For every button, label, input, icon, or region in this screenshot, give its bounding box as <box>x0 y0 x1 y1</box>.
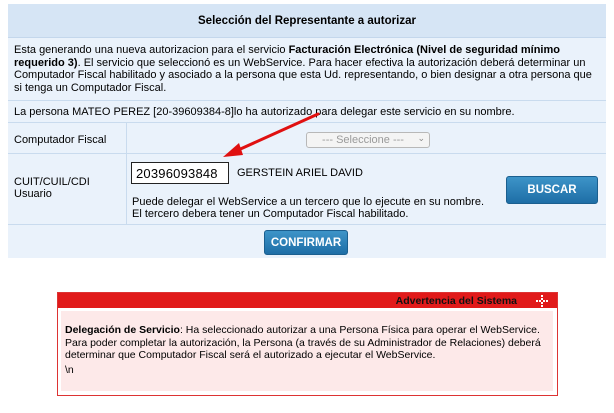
separator <box>8 153 606 154</box>
help-line-1: Puede delegar el WebService a un tercero… <box>132 196 485 208</box>
panel-title: Selección del Representante a autorizar <box>8 4 606 38</box>
warning-title: Advertencia del Sistema <box>395 294 517 307</box>
warning-header: Advertencia del Sistema <box>58 293 557 308</box>
delegation-help-text: Puede delegar el WebService a un tercero… <box>132 196 484 220</box>
separator <box>8 122 606 123</box>
cuit-label-line-1: CUIT/CUIL/CDI <box>14 176 90 188</box>
intro-text-part-1: Esta generando una nueva autorizacion pa… <box>14 44 289 56</box>
cuit-person-name: GERSTEIN ARIEL DAVID <box>237 167 363 179</box>
cuit-label-line-2: Usuario <box>14 188 52 200</box>
select-value: --- Seleccione --- <box>322 134 404 146</box>
computador-fiscal-select[interactable]: --- Seleccione --- ⌄ <box>306 132 430 148</box>
system-warning-box: Advertencia del Sistema Delegación de Se… <box>57 292 558 396</box>
separator <box>8 100 606 101</box>
warning-bold-prefix: Delegación de Servicio <box>65 324 180 336</box>
warning-body: Delegación de Servicio: Ha seleccionado … <box>61 311 553 391</box>
help-line-2: El tercero debera tener un Computador Fi… <box>132 208 409 220</box>
cuit-label: CUIT/CUIL/CDI Usuario <box>14 176 90 200</box>
chevron-down-icon: ⌄ <box>417 133 425 143</box>
authorization-panel: Selección del Representante a autorizar … <box>8 4 606 258</box>
intro-text: Esta generando una nueva autorizacion pa… <box>14 44 600 94</box>
separator <box>8 224 606 225</box>
delegation-message: La persona MATEO PEREZ [20-39609384-8]lo… <box>14 106 515 118</box>
warning-trailer: \n <box>65 363 74 376</box>
intro-text-part-2: . El servicio que seleccionó es un WebSe… <box>14 56 592 94</box>
computador-fiscal-label: Computador Fiscal <box>14 134 107 146</box>
confirmar-button[interactable]: CONFIRMAR <box>264 230 348 255</box>
red-dotted-cross-icon <box>536 295 548 307</box>
divider <box>126 154 127 224</box>
buscar-button[interactable]: BUSCAR <box>506 176 598 204</box>
cuit-input[interactable]: 20396093848 <box>131 162 229 184</box>
divider <box>126 123 127 153</box>
